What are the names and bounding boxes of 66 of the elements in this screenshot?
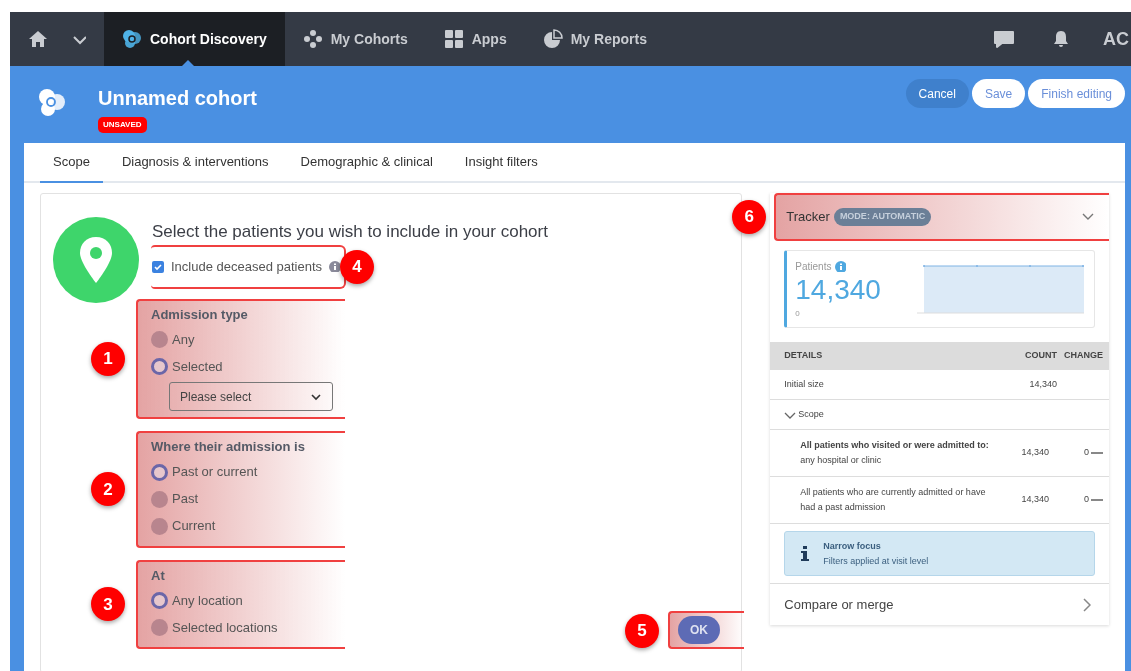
circles-logo-icon <box>122 29 142 49</box>
table-cell-text: 14,340 <box>1020 446 1049 460</box>
tab[interactable]: Diagnosis & interventions <box>108 143 282 183</box>
unsaved-badge: UNSAVED <box>98 117 147 133</box>
column-header: DETAILS <box>784 349 824 363</box>
chevron-right-icon <box>1081 597 1091 612</box>
dropdown[interactable]: Please select <box>169 382 333 411</box>
table-cell-text: Initial size <box>784 377 825 391</box>
info-icon <box>835 261 847 272</box>
radio-option[interactable]: Any <box>151 326 345 353</box>
callout-number: 5 <box>625 614 659 648</box>
radio-option[interactable]: Past or current <box>151 458 345 486</box>
nav-item[interactable]: My Reports <box>524 12 665 66</box>
info-text: Filters applied at visit level <box>823 554 929 568</box>
section-toggle[interactable]: Scope <box>784 407 824 422</box>
header-button[interactable]: Cancel <box>905 79 969 108</box>
nav-item[interactable]: My Cohorts <box>284 12 426 66</box>
patients-label: Patients <box>795 260 832 274</box>
cohort-title: Unnamed cohort <box>98 86 257 111</box>
tracker-title: Tracker <box>786 208 830 227</box>
axis-label: 0 <box>795 308 801 320</box>
grid-icon <box>443 29 464 49</box>
callout-number: 2 <box>91 472 125 507</box>
tab[interactable]: Insight filters <box>451 143 551 183</box>
radio-option[interactable]: Past <box>151 485 345 513</box>
table-cell: 0 <box>1084 446 1089 460</box>
patient-count: 14,340 <box>795 274 882 306</box>
nav-item[interactable]: Cohort Discovery <box>104 12 285 66</box>
radio-option[interactable]: Selected <box>151 353 345 380</box>
table-cell-text: All patients who visited or were admitted to: any hospital or clinic <box>800 439 990 467</box>
mode-badge: MODE: AUTOMATIC <box>833 208 932 226</box>
compare-row[interactable]: Compare or merge <box>770 583 1109 625</box>
location-pin-icon <box>53 217 139 303</box>
radio-option[interactable]: Any location <box>151 587 345 614</box>
table-cell-text: 14,340 <box>1020 493 1049 507</box>
column-header: COUNT <box>1024 349 1057 363</box>
table-cell-text: 14,340 <box>1028 377 1057 391</box>
pie-chart-icon <box>542 29 563 49</box>
callout-number: 6 <box>732 200 767 234</box>
group-title: At <box>151 566 166 585</box>
group-title: Where their admission is <box>151 438 306 456</box>
bell-icon <box>1051 29 1071 49</box>
info-icon <box>329 261 341 272</box>
ok-button[interactable]: OK <box>678 616 720 644</box>
callout-number: 1 <box>91 341 125 376</box>
circles-logo-icon <box>36 87 68 119</box>
user-initials[interactable]: AC <box>1103 25 1129 53</box>
tab[interactable]: Scope <box>40 143 103 183</box>
chat-icon <box>993 29 1015 49</box>
callout-number: 3 <box>91 587 125 622</box>
home-icon <box>28 29 48 49</box>
radio-option[interactable]: Selected locations <box>151 614 345 641</box>
group-title: Admission type <box>151 305 249 324</box>
info-icon <box>801 546 810 561</box>
radio-option[interactable]: Current <box>151 512 345 540</box>
table-cell-text: All patients who are currently admitted or have had a past admission <box>800 486 987 514</box>
tab[interactable]: Demographic & clinical <box>287 143 446 183</box>
checkbox-label: Include deceased patients <box>171 257 323 276</box>
info-title: Narrow focus <box>823 539 882 553</box>
checkbox[interactable] <box>152 260 164 273</box>
dots-icon <box>302 29 323 49</box>
nav-item[interactable]: Apps <box>425 12 525 66</box>
section-heading: Select the patients you wish to include in your cohort <box>151 221 548 243</box>
column-header: CHANGE <box>1063 349 1104 363</box>
table-cell: 0 <box>1084 493 1089 507</box>
callout-number: 4 <box>340 249 374 284</box>
